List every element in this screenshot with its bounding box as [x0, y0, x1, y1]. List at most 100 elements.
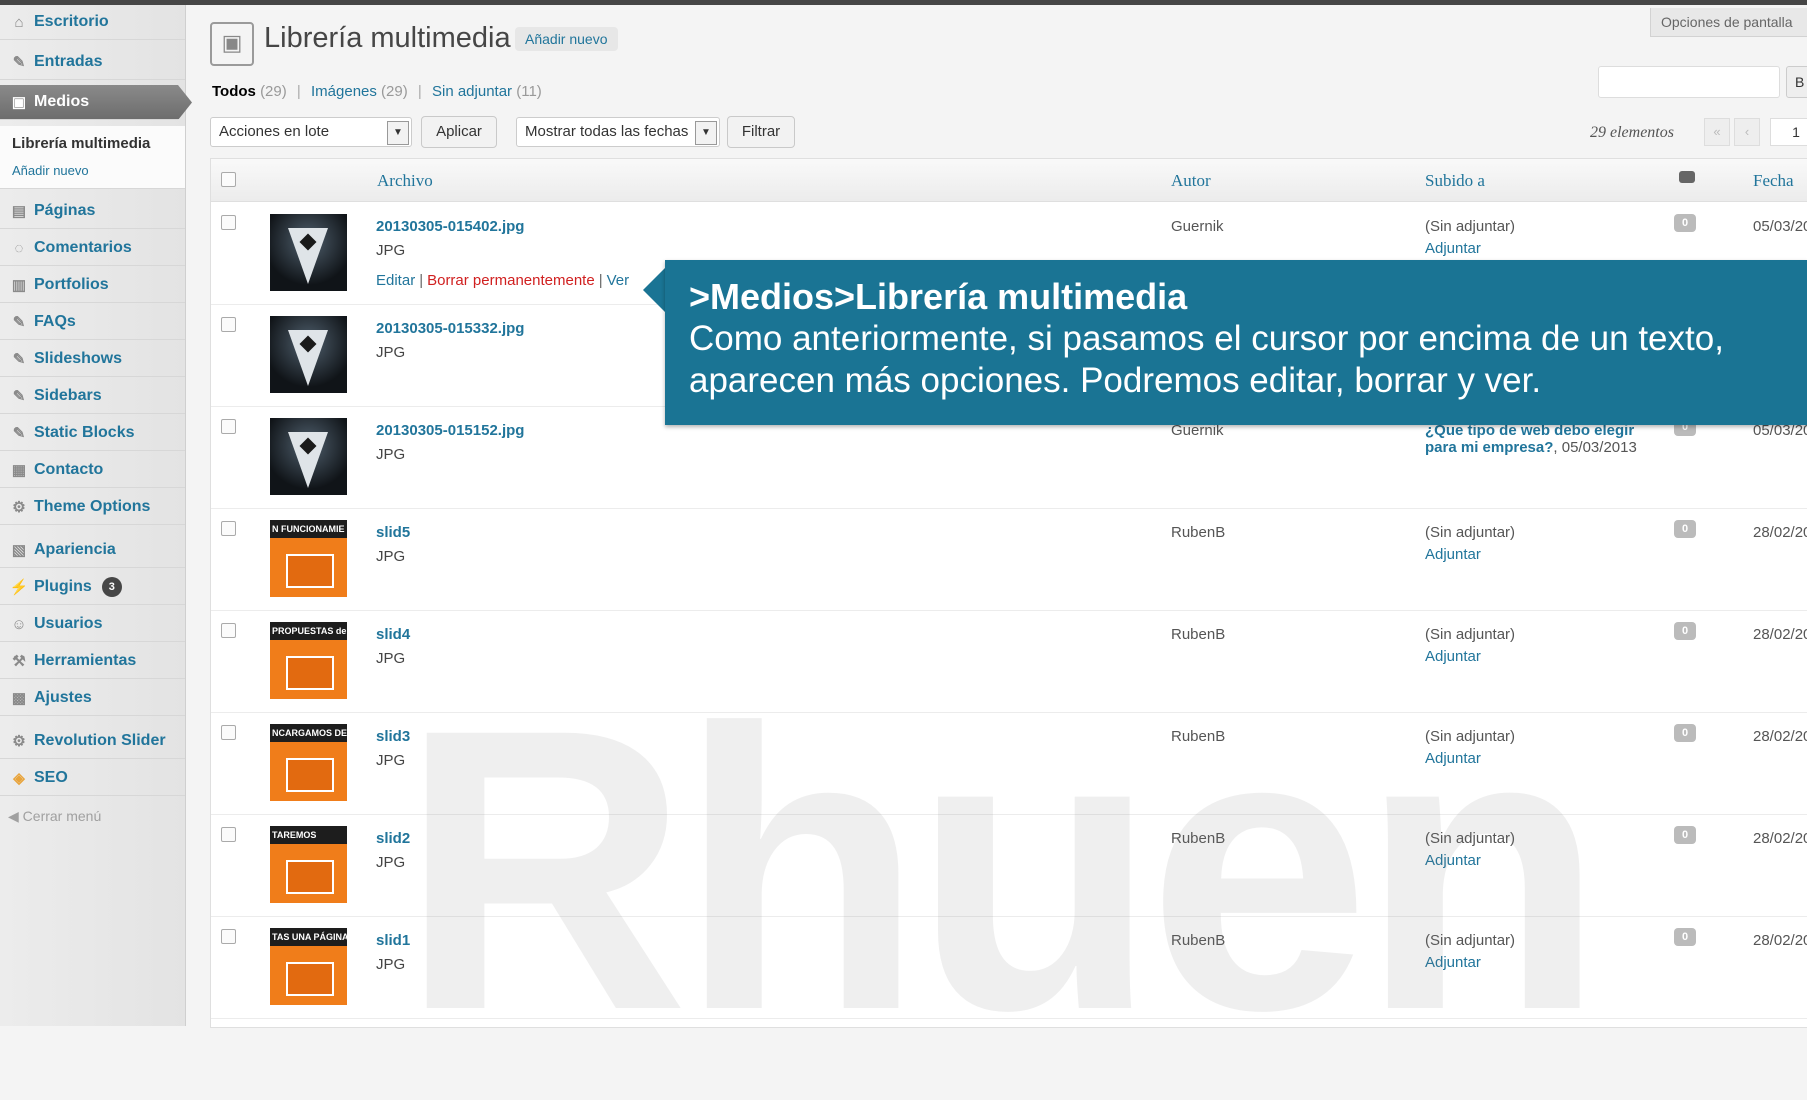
view-link[interactable]: Ver	[607, 272, 630, 289]
home-icon: ⌂	[14, 13, 24, 31]
attach-link[interactable]: Adjuntar	[1425, 750, 1481, 767]
sidebar-item-label: Entradas	[34, 53, 103, 70]
column-author[interactable]: Autor	[1171, 171, 1211, 191]
upload-date: 28/02/20	[1753, 524, 1807, 541]
page-title: Librería multimedia	[264, 22, 511, 54]
search-button[interactable]: B	[1786, 66, 1807, 98]
attach-link[interactable]: Adjuntar	[1425, 240, 1481, 257]
sidebar-item-comentarios[interactable]: ◌ Comentarios	[0, 231, 185, 266]
thumbnail-image[interactable]: N FUNCIONAMIE	[270, 520, 347, 597]
author: RubenB	[1171, 932, 1226, 949]
sidebar-item-escritorio[interactable]: ⌂ Escritorio	[0, 5, 185, 40]
current-page-input[interactable]: 1	[1770, 118, 1807, 146]
column-file[interactable]: Archivo	[377, 171, 433, 191]
thumbnail-image[interactable]	[270, 418, 347, 495]
filter-images[interactable]: Imágenes	[311, 83, 377, 100]
file-name-link[interactable]: slid4	[376, 626, 410, 643]
thumbnail-image[interactable]: TAREMOS	[270, 826, 347, 903]
comments-column-icon[interactable]	[1679, 171, 1695, 183]
sidebar-item-plugins[interactable]: ⚡ Plugins 3	[0, 570, 185, 605]
sidebar-item-usuarios[interactable]: ☺ Usuarios	[0, 607, 185, 642]
filter-button[interactable]: Filtrar	[727, 116, 795, 148]
sidebar-item-theme-options[interactable]: ⚙ Theme Options	[0, 490, 185, 525]
submenu-add-new[interactable]: Añadir nuevo	[12, 163, 89, 178]
sidebar-item-seo[interactable]: ◈ SEO	[0, 761, 185, 796]
file-name-link[interactable]: slid5	[376, 524, 410, 541]
sidebar-item-contacto[interactable]: ▦ Contacto	[0, 453, 185, 488]
thumbnail-graphic	[286, 758, 334, 792]
row-checkbox[interactable]	[221, 725, 236, 740]
sidebar-item-herramientas[interactable]: ⚒ Herramientas	[0, 644, 185, 679]
sidebar-item-medios[interactable]: ▣ Medios	[0, 85, 192, 120]
upload-date: 28/02/20	[1753, 728, 1807, 745]
apply-button[interactable]: Aplicar	[421, 116, 497, 148]
sidebar-item-slideshows[interactable]: ✎ Slideshows	[0, 342, 185, 377]
pin-icon: ✎	[12, 54, 26, 71]
thumbnail-caption: TAREMOS	[270, 826, 347, 844]
attached-post-date: , 05/03/2013	[1553, 439, 1637, 456]
sidebar-item-faqs[interactable]: ✎ FAQs	[0, 305, 185, 340]
comment-count[interactable]: 0	[1674, 622, 1696, 640]
comment-count[interactable]: 0	[1674, 520, 1696, 538]
file-name-link[interactable]: 20130305-015332.jpg	[376, 320, 524, 337]
select-all-checkbox[interactable]	[221, 172, 236, 187]
sidebar-item-label: Apariencia	[34, 541, 116, 558]
sidebar-item-apariencia[interactable]: ▧ Apariencia	[0, 533, 185, 568]
row-checkbox[interactable]	[221, 929, 236, 944]
search-input[interactable]	[1598, 66, 1780, 98]
filter-unattached[interactable]: Sin adjuntar	[432, 83, 512, 100]
comment-count[interactable]: 0	[1674, 826, 1696, 844]
comment-count[interactable]: 0	[1674, 724, 1696, 742]
filter-all[interactable]: Todos	[212, 83, 256, 100]
pin-icon: ✎	[12, 388, 26, 405]
attach-link[interactable]: Adjuntar	[1425, 546, 1481, 563]
file-name-link[interactable]: 20130305-015402.jpg	[376, 218, 524, 235]
comment-count[interactable]: 0	[1674, 214, 1696, 232]
first-page-button[interactable]: «	[1704, 118, 1730, 146]
sidebar-item-label: FAQs	[34, 313, 76, 330]
attach-link[interactable]: Adjuntar	[1425, 852, 1481, 869]
row-checkbox[interactable]	[221, 317, 236, 332]
row-checkbox[interactable]	[221, 419, 236, 434]
screen-options-button[interactable]: Opciones de pantalla	[1650, 8, 1807, 37]
table-row: PROPUESTAS de slid4 JPG RubenB (Sin adju…	[211, 610, 1807, 713]
bulk-actions-select[interactable]: Acciones en lote ▼	[210, 117, 412, 147]
thumbnail-image[interactable]: NCARGAMOS DE	[270, 724, 347, 801]
attach-link[interactable]: Adjuntar	[1425, 954, 1481, 971]
file-name-link[interactable]: slid2	[376, 830, 410, 847]
sidebar-item-static-blocks[interactable]: ✎ Static Blocks	[0, 416, 185, 451]
submenu-library[interactable]: Librería multimedia	[12, 135, 150, 152]
collapse-menu[interactable]: ◀ Cerrar menú	[8, 808, 101, 825]
sidebar-item-label: Plugins	[34, 578, 92, 595]
delete-permanently-link[interactable]: Borrar permanentemente	[427, 272, 595, 289]
date-filter-select[interactable]: Mostrar todas las fechas ▼	[516, 117, 720, 147]
comment-count[interactable]: 0	[1674, 928, 1696, 946]
sidebar-item-paginas[interactable]: ▤ Páginas	[0, 194, 185, 229]
attached-status: (Sin adjuntar)	[1425, 728, 1516, 745]
thumbnail-image[interactable]	[270, 214, 347, 291]
column-uploaded-to[interactable]: Subido a	[1425, 171, 1485, 191]
prev-page-button[interactable]: ‹	[1734, 118, 1760, 146]
add-new-button[interactable]: Añadir nuevo	[515, 27, 618, 51]
row-checkbox[interactable]	[221, 827, 236, 842]
row-checkbox[interactable]	[221, 521, 236, 536]
sidebar-item-entradas[interactable]: ✎ Entradas	[0, 45, 185, 80]
attach-link[interactable]: Adjuntar	[1425, 648, 1481, 665]
file-name-link[interactable]: slid3	[376, 728, 410, 745]
thumbnail-image[interactable]: PROPUESTAS de	[270, 622, 347, 699]
attached-post-link[interactable]: ¿Que tipo de web debo elegir para mi emp…	[1425, 422, 1655, 456]
sidebar-item-ajustes[interactable]: ▩ Ajustes	[0, 681, 185, 716]
sidebar-item-revolution-slider[interactable]: ⚙ Revolution Slider	[0, 724, 185, 759]
edit-link[interactable]: Editar	[376, 272, 415, 289]
row-checkbox[interactable]	[221, 623, 236, 638]
column-date[interactable]: Fecha	[1753, 171, 1794, 191]
sidebar-item-sidebars[interactable]: ✎ Sidebars	[0, 379, 185, 414]
portfolio-icon: ▥	[11, 277, 27, 294]
file-name-link[interactable]: slid1	[376, 932, 410, 949]
row-checkbox[interactable]	[221, 215, 236, 230]
thumbnail-image[interactable]	[270, 316, 347, 393]
thumbnail-image[interactable]: TAS UNA PÁGINA	[270, 928, 347, 1005]
pin-icon: ✎	[12, 314, 26, 331]
sidebar-item-portfolios[interactable]: ▥ Portfolios	[0, 268, 185, 303]
file-name-link[interactable]: 20130305-015152.jpg	[376, 422, 524, 439]
